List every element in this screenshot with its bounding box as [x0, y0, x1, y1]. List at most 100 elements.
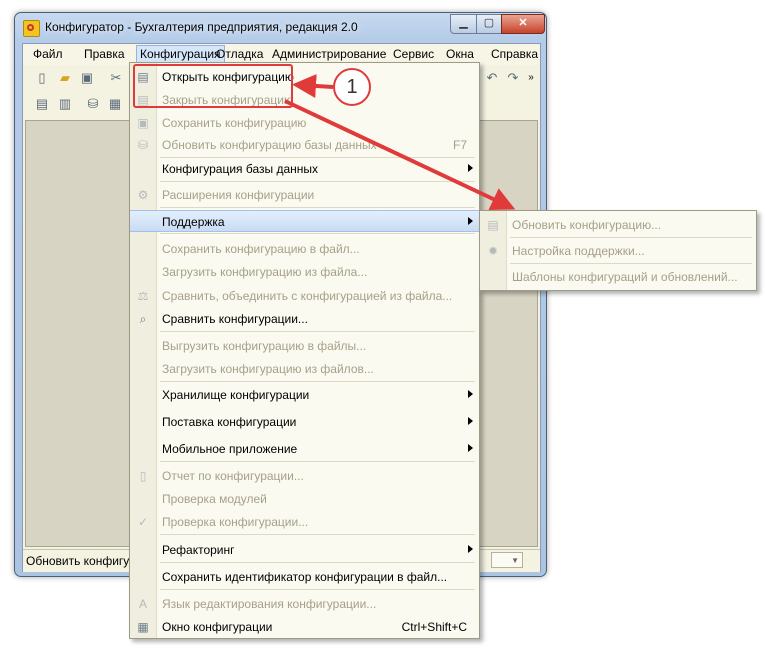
- redo-icon[interactable]: ↷: [505, 70, 521, 86]
- config-menu-item-label: Сравнить, объединить с конфигурацией из …: [162, 289, 453, 303]
- config-menu-item-8[interactable]: Сохранить конфигурацию в файл...: [130, 238, 479, 260]
- config-menu-item-label: Загрузить конфигурацию из файлов...: [162, 362, 374, 376]
- menu-6[interactable]: Сервис: [390, 46, 437, 63]
- config-menu-item-18[interactable]: Проверка модулей: [130, 488, 479, 510]
- support-menu-item-label: Настройка поддержки...: [512, 244, 645, 258]
- app-logo-icon: [23, 20, 40, 37]
- submenu-arrow-icon: [468, 390, 473, 398]
- db-config-icon[interactable]: ▥: [57, 96, 73, 112]
- new-file-icon[interactable]: ▯: [34, 70, 50, 86]
- config-menu-item-label: Обновить конфигурацию базы данных: [162, 138, 377, 152]
- shortcut-hint: F7: [452, 138, 467, 152]
- close-window-button[interactable]: ✕: [501, 14, 545, 34]
- status-dropdown[interactable]: ▼: [491, 552, 523, 568]
- menu-separator: [160, 207, 475, 208]
- config-menu-item-label: Сохранить конфигурацию: [162, 116, 307, 130]
- menu-separator: [160, 381, 475, 382]
- configuration-menu: ▤ Открыть конфигурацию ▤ Закрыть конфигурац…: [129, 62, 480, 639]
- config-menu-item-15[interactable]: Поставка конфигурации: [130, 411, 479, 433]
- compare-merge-icon: ⚖: [137, 289, 149, 303]
- config-menu-item-19[interactable]: ✓ Проверка конфигурации...: [130, 511, 479, 533]
- submenu-arrow-icon: [468, 444, 473, 452]
- menu-4[interactable]: Отладка: [213, 46, 266, 63]
- undo-icon[interactable]: ↶: [484, 70, 500, 86]
- config-menu-item-16[interactable]: Мобильное приложение: [130, 438, 479, 460]
- config-menu-item-label: Отчет по конфигурации...: [162, 469, 304, 483]
- config-menu-item-label: Сохранить идентификатор конфигурации в ф…: [162, 570, 448, 584]
- config-menu-item-label: Сохранить конфигурацию в файл...: [162, 242, 360, 256]
- config-menu-item-11[interactable]: ⌕ Сравнить конфигурации...: [130, 308, 479, 330]
- config-menu-item-3[interactable]: ▣ Сохранить конфигурацию: [130, 112, 479, 134]
- config-menu-item-label: Язык редактирования конфигурации...: [162, 597, 377, 611]
- config-menu-item-6[interactable]: ⚙ Расширения конфигурации: [130, 184, 479, 206]
- support-menu-item-1[interactable]: ▤ Обновить конфигурацию...: [480, 214, 756, 236]
- config-menu-item-label: Поддержка: [162, 215, 225, 229]
- maximize-button[interactable]: ▢: [476, 14, 502, 34]
- config-menu-item-13[interactable]: Загрузить конфигурацию из файлов...: [130, 358, 479, 380]
- submenu-arrow-icon: [468, 417, 473, 425]
- menu-separator: [160, 589, 475, 590]
- menu-8[interactable]: Справка: [488, 46, 541, 63]
- language-icon: A: [138, 597, 147, 611]
- support-menu-item-label: Обновить конфигурацию...: [512, 218, 662, 232]
- config-menu-item-22[interactable]: A Язык редактирования конфигурации...: [130, 593, 479, 615]
- menu-separator: [160, 461, 475, 462]
- check-icon: ✓: [137, 515, 149, 529]
- config-menu-item-label: Окно конфигурации: [162, 620, 273, 634]
- config-menu-item-21[interactable]: Сохранить идентификатор конфигурации в ф…: [130, 566, 479, 588]
- save-config-icon: ▣: [137, 116, 149, 130]
- open-folder-icon[interactable]: ▰: [57, 70, 73, 86]
- support-menu-item-label: Шаблоны конфигураций и обновлений...: [512, 270, 738, 284]
- config-menu-item-17[interactable]: ▯ Отчет по конфигурации...: [130, 465, 479, 487]
- config-menu-item-label: Загрузить конфигурацию из файла...: [162, 265, 368, 279]
- update-db-icon: ⛁: [137, 138, 149, 152]
- support-menu-item-3[interactable]: Шаблоны конфигураций и обновлений...: [480, 266, 756, 288]
- title-bar: Конфигуратор - Бухгалтерия предприятия, …: [15, 13, 546, 43]
- config-menu-item-label: Сравнить конфигурации...: [162, 312, 308, 326]
- compare-icon: ⌕: [139, 312, 147, 326]
- config-menu-item-12[interactable]: Выгрузить конфигурацию в файлы...: [130, 335, 479, 357]
- menu-separator: [160, 233, 475, 234]
- submenu-arrow-icon: [468, 217, 473, 225]
- extensions-icon: ⚙: [137, 188, 149, 202]
- config-menu-item-label: Проверка конфигурации...: [162, 515, 309, 529]
- submenu-arrow-icon: [468, 545, 473, 553]
- toolbar-overflow-icon[interactable]: »: [523, 70, 539, 86]
- window-list-icon[interactable]: ▦: [107, 96, 123, 112]
- config-menu-item-label: Расширения конфигурации: [162, 188, 315, 202]
- config-menu-item-label: Выгрузить конфигурацию в файлы...: [162, 339, 367, 353]
- config-menu-item-7[interactable]: Поддержка: [130, 210, 479, 232]
- config-menu-item-label: Проверка модулей: [162, 492, 267, 506]
- config-menu-item-10[interactable]: ⚖ Сравнить, объединить с конфигурацией из…: [130, 285, 479, 307]
- support-submenu: ▤ Обновить конфигурацию... ✹ Настройка подд…: [479, 210, 757, 291]
- cut-icon[interactable]: ✂: [108, 70, 124, 86]
- update-icon[interactable]: ⛁: [85, 96, 101, 112]
- config-tree-icon[interactable]: ▤: [34, 96, 50, 112]
- menu-1[interactable]: Файл: [30, 46, 66, 63]
- menu-7[interactable]: Окна: [443, 46, 477, 63]
- config-menu-item-23[interactable]: ▦ Окно конфигурации Ctrl+Shift+C: [130, 616, 479, 638]
- annotation-highlight-box: [133, 64, 293, 108]
- menu-2[interactable]: Правка: [81, 46, 128, 63]
- callout-number: 1: [333, 68, 371, 106]
- menu-separator: [160, 181, 475, 182]
- config-menu-item-4[interactable]: ⛁ Обновить конфигурацию базы данных F7: [130, 134, 479, 156]
- config-menu-item-20[interactable]: Рефакторинг: [130, 539, 479, 561]
- minimize-button[interactable]: ▁: [450, 14, 477, 34]
- shortcut-hint: Ctrl+Shift+C: [401, 620, 467, 634]
- config-menu-item-label: Мобильное приложение: [162, 442, 298, 456]
- menu-separator: [160, 534, 475, 535]
- menu-separator: [160, 562, 475, 563]
- report-icon: ▯: [139, 469, 147, 483]
- update-config-icon: ▤: [487, 218, 499, 232]
- support-settings-icon: ✹: [487, 244, 499, 258]
- save-icon[interactable]: ▣: [79, 70, 95, 86]
- config-menu-item-label: Хранилище конфигурации: [162, 388, 310, 402]
- config-menu-item-5[interactable]: Конфигурация базы данных: [130, 158, 479, 180]
- config-menu-item-label: Конфигурация базы данных: [162, 162, 319, 176]
- support-menu-item-2[interactable]: ✹ Настройка поддержки...: [480, 240, 756, 262]
- menu-5[interactable]: Администрирование: [269, 46, 389, 63]
- window-title: Конфигуратор - Бухгалтерия предприятия, …: [45, 20, 358, 34]
- config-menu-item-9[interactable]: Загрузить конфигурацию из файла...: [130, 261, 479, 283]
- config-menu-item-14[interactable]: Хранилище конфигурации: [130, 384, 479, 406]
